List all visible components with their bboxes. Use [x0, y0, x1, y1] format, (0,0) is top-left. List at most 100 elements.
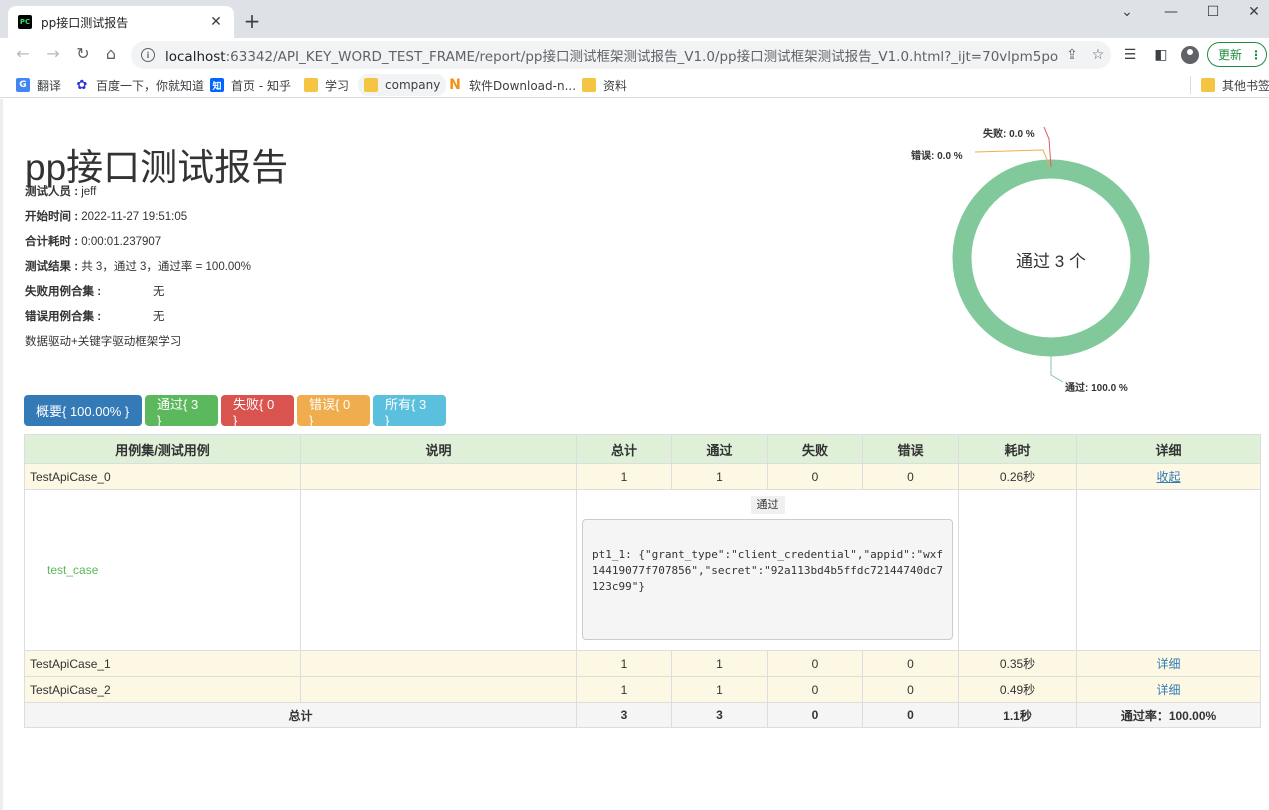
- col-header-total: 总计: [576, 434, 672, 464]
- summary-filter-button[interactable]: 概要{ 100.00% }: [24, 395, 142, 426]
- test-time-cell: [958, 489, 1077, 651]
- case-detail-cell: 详细: [1076, 650, 1261, 677]
- table-row: TestApiCase_0 1 1 0 0 0.26秒 收起: [24, 463, 1261, 490]
- table-row: TestApiCase_2 1 1 0 0 0.49秒 详细: [24, 676, 1261, 703]
- case-total: 1: [576, 463, 672, 490]
- col-header-detail: 详细: [1076, 434, 1261, 464]
- total-row: 总计 3 3 0 0 1.1秒 通过率：100.00%: [24, 702, 1261, 728]
- case-pass: 1: [671, 676, 768, 703]
- tab-close-icon[interactable]: ✕: [208, 14, 224, 30]
- browser-toolbar: ← → ↻ ⌂ i localhost:63342/API_KEY_WORD_T…: [0, 38, 1269, 72]
- pass-status-button[interactable]: 通过: [750, 496, 785, 514]
- case-pass: 1: [671, 650, 768, 677]
- forward-arrow-icon[interactable]: →: [42, 43, 64, 65]
- folder-icon: [582, 78, 596, 92]
- col-header-error: 错误: [862, 434, 959, 464]
- bookmark-baidu[interactable]: ✿ 百度一下，你就知道: [75, 76, 204, 94]
- update-button[interactable]: 更新 ⋮: [1207, 42, 1267, 67]
- case-fail: 0: [767, 676, 863, 703]
- error-cases-line: 错误用例合集 :无: [25, 311, 165, 323]
- test-output-cell: 通过 pt1_1: {"grant_type":"client_credenti…: [576, 489, 959, 651]
- error-percent-label: 错误: 0.0 %: [911, 151, 963, 162]
- report-page: pp接口测试报告 测试人员 : jeff 开始时间 : 2022-11-27 1…: [0, 99, 1269, 810]
- case-error: 0: [862, 463, 959, 490]
- case-desc: [300, 650, 577, 677]
- bookmark-folder-study[interactable]: 学习: [304, 76, 349, 94]
- reload-icon[interactable]: ↻: [72, 43, 94, 65]
- report-description: 数据驱动+关键字驱动框架学习: [25, 336, 182, 348]
- col-header-pass: 通过: [671, 434, 768, 464]
- maximize-icon[interactable]: ☐: [1198, 4, 1228, 20]
- side-panel-icon[interactable]: ◧: [1151, 45, 1171, 65]
- case-time: 0.49秒: [958, 676, 1077, 703]
- case-desc: [300, 463, 577, 490]
- failed-cases-line: 失败用例合集 :无: [25, 286, 165, 298]
- test-log-output: pt1_1: {"grant_type":"client_credential"…: [582, 519, 953, 640]
- back-arrow-icon[interactable]: ←: [12, 43, 34, 65]
- pass-rate: 通过率：100.00%: [1076, 702, 1261, 728]
- tab-title: pp接口测试报告: [41, 15, 129, 30]
- home-icon[interactable]: ⌂: [100, 43, 122, 65]
- bookmark-folder-company[interactable]: company: [358, 74, 447, 96]
- fail-filter-button[interactable]: 失败{ 0 }: [221, 395, 294, 428]
- bookmark-translate[interactable]: G 翻译: [16, 76, 61, 94]
- bookmark-folder-resources[interactable]: 资料: [582, 76, 627, 94]
- case-desc: [300, 676, 577, 703]
- share-icon[interactable]: ⇪: [1059, 47, 1085, 63]
- window-close-icon[interactable]: ✕: [1239, 4, 1269, 20]
- expanded-test-row: test_case 通过 pt1_1: {"grant_type":"clien…: [24, 489, 1261, 651]
- case-name: TestApiCase_0: [24, 463, 301, 490]
- browser-tab[interactable]: PC pp接口测试报告 ✕: [8, 6, 234, 38]
- test-case-desc: [300, 489, 577, 651]
- duration-line: 合计耗时 : 0:00:01.237907: [25, 236, 162, 248]
- pass-filter-button[interactable]: 通过{ 3 }: [145, 395, 218, 428]
- case-error: 0: [862, 676, 959, 703]
- case-detail-cell: 详细: [1076, 676, 1261, 703]
- total-pass: 3: [671, 702, 768, 728]
- site-info-icon[interactable]: i: [141, 48, 155, 62]
- folder-icon: [1201, 78, 1215, 92]
- total-label: 总计: [24, 702, 577, 728]
- bookmark-zhihu[interactable]: 知首页 - 知乎: [210, 76, 291, 94]
- pass-percent-label: 通过: 100.0 %: [1065, 383, 1128, 394]
- bookmark-star-icon[interactable]: ☆: [1085, 47, 1111, 63]
- case-fail: 0: [767, 650, 863, 677]
- case-total: 1: [576, 650, 672, 677]
- tester-line: 测试人员 : jeff: [25, 186, 97, 198]
- translate-icon: G: [16, 78, 30, 92]
- tab-search-chevron-icon[interactable]: ⌄: [1112, 4, 1142, 20]
- baidu-paw-icon: ✿: [76, 77, 88, 93]
- bookmark-software-download[interactable]: N 软件Download-n...: [448, 76, 576, 94]
- case-time: 0.26秒: [958, 463, 1077, 490]
- detail-link[interactable]: 详细: [1156, 657, 1180, 671]
- result-donut-chart: 通过 3 个 通过: 100.0 % 失败: 0.0 % 错误: 0.0 %: [893, 119, 1193, 409]
- more-menu-icon[interactable]: ⋮: [1250, 48, 1262, 62]
- col-header-fail: 失败: [767, 434, 863, 464]
- col-header-case: 用例集/测试用例: [24, 434, 301, 464]
- tab-strip: PC pp接口测试报告 ✕ + ⌄ — ☐ ✕: [0, 0, 1269, 38]
- all-filter-button[interactable]: 所有{ 3 }: [373, 395, 446, 428]
- collapse-link[interactable]: 收起: [1156, 470, 1180, 484]
- profile-avatar-icon[interactable]: [1181, 46, 1199, 64]
- url-text[interactable]: localhost:63342/API_KEY_WORD_TEST_FRAME/…: [165, 45, 1059, 65]
- total-fail: 0: [767, 702, 863, 728]
- col-header-desc: 说明: [300, 434, 577, 464]
- error-filter-button[interactable]: 错误{ 0 }: [297, 395, 370, 428]
- new-tab-icon[interactable]: +: [242, 9, 262, 33]
- case-fail: 0: [767, 463, 863, 490]
- minimize-icon[interactable]: —: [1156, 4, 1186, 20]
- table-header-row: 用例集/测试用例 说明 总计 通过 失败 错误 耗时 详细: [24, 434, 1261, 464]
- reading-list-icon[interactable]: ☰: [1120, 45, 1140, 65]
- case-error: 0: [862, 650, 959, 677]
- fail-percent-label: 失败: 0.0 %: [983, 129, 1035, 140]
- case-detail-cell: 收起: [1076, 463, 1261, 490]
- case-time: 0.35秒: [958, 650, 1077, 677]
- col-header-time: 耗时: [958, 434, 1077, 464]
- start-time-line: 开始时间 : 2022-11-27 19:51:05: [25, 211, 188, 223]
- address-bar[interactable]: i localhost:63342/API_KEY_WORD_TEST_FRAM…: [131, 41, 1111, 69]
- total-error: 0: [862, 702, 959, 728]
- detail-link[interactable]: 详细: [1156, 683, 1180, 697]
- bookmark-other[interactable]: 其他书签: [1190, 76, 1269, 94]
- donut-center-label: 通过 3 个: [1016, 252, 1086, 271]
- pass-leader-line: [1050, 352, 1064, 383]
